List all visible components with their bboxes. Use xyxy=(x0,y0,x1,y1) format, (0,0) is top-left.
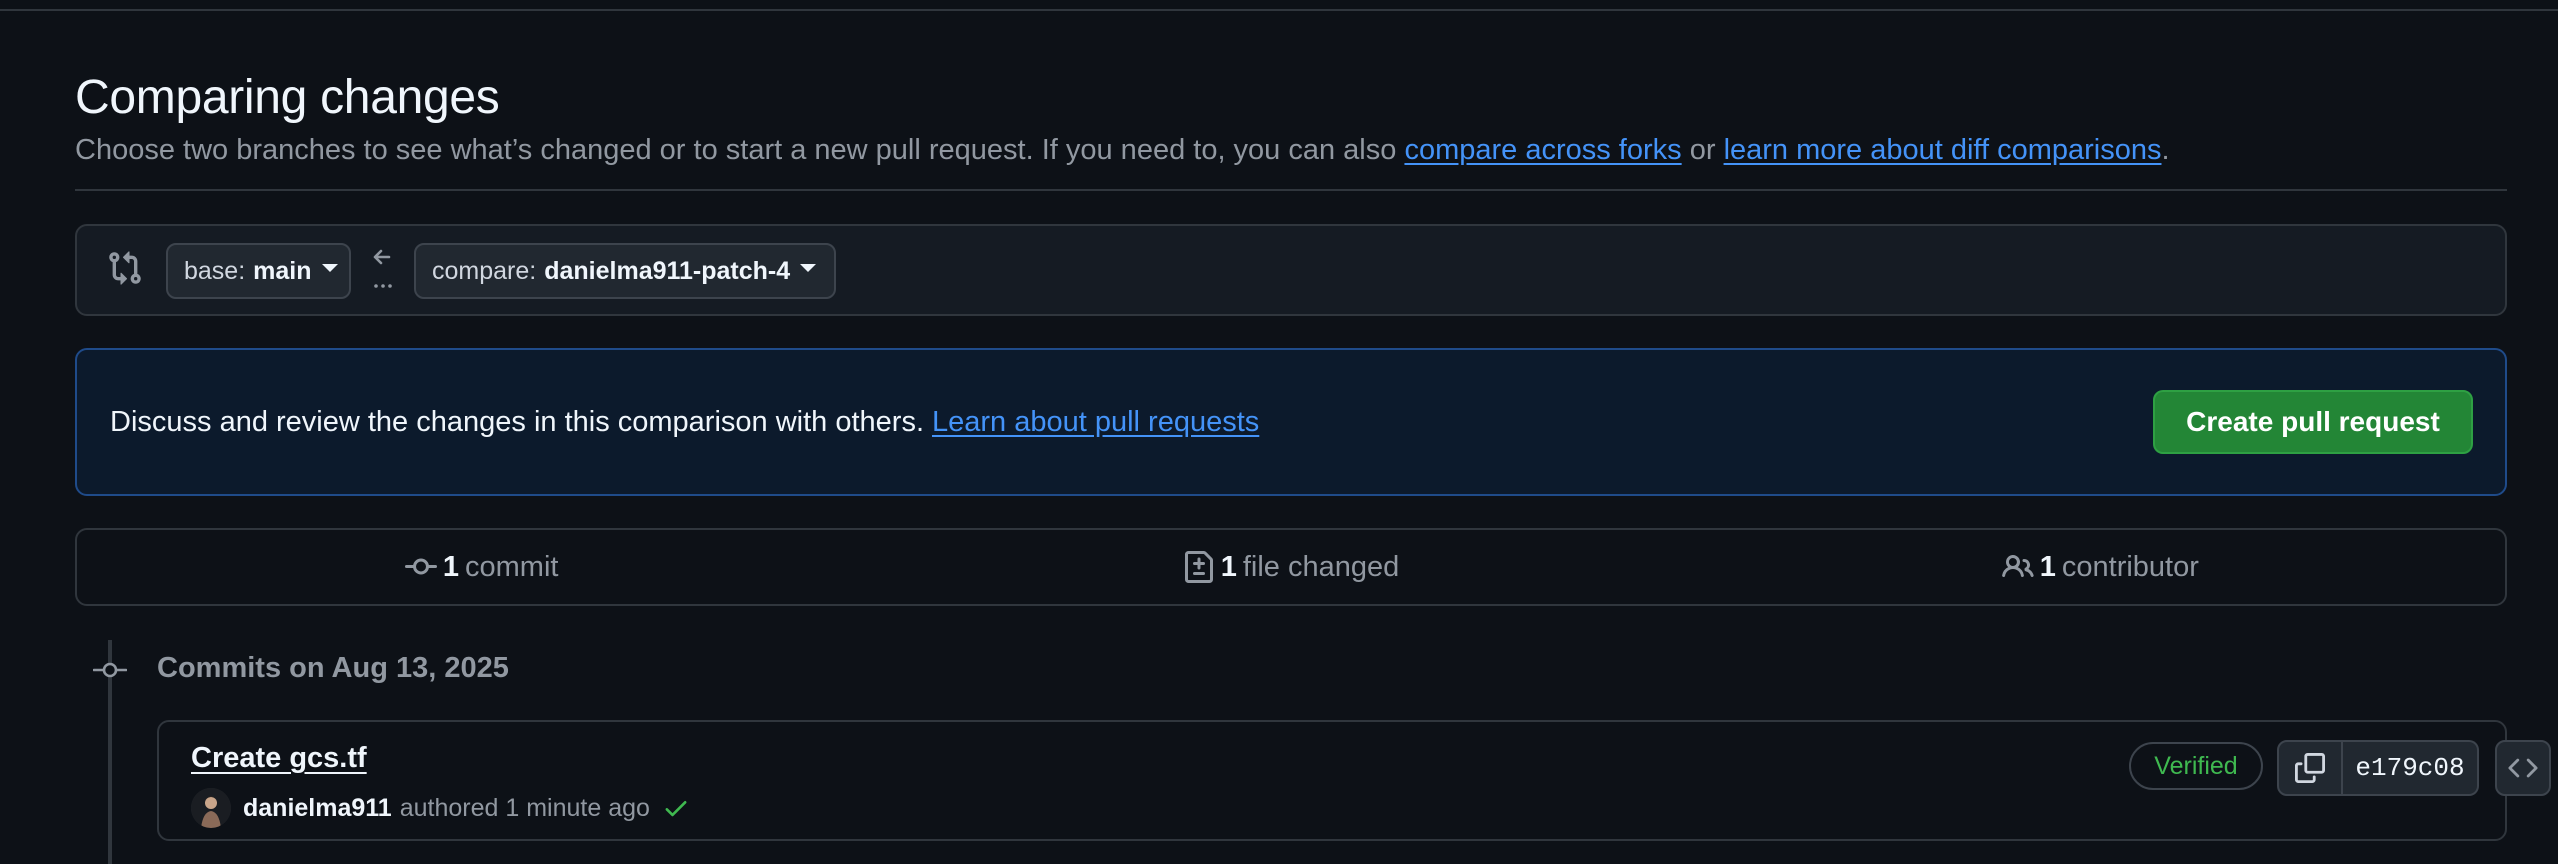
compare-forks-link[interactable]: compare across forks xyxy=(1404,134,1681,166)
caret-down-icon xyxy=(321,264,338,272)
subtitle-or: or xyxy=(1681,134,1724,166)
range-editor: base: main compare: danielma911-patch-4 xyxy=(75,224,2507,316)
user-avatar-image xyxy=(191,788,231,828)
commit-timestamp: authored 1 minute ago xyxy=(399,793,650,822)
git-commit-icon xyxy=(404,558,437,575)
commit-meta: danielma911 authored 1 minute ago xyxy=(191,788,690,828)
caret-down-icon xyxy=(800,264,817,272)
comparison-stats: 1 commit 1 file changed 1 contributor xyxy=(75,528,2507,606)
commit-author-link[interactable]: danielma911 xyxy=(243,794,392,823)
compare-branch-select[interactable]: compare: danielma911-patch-4 xyxy=(414,243,836,299)
stat-commits[interactable]: 1 commit xyxy=(77,530,886,604)
contributors-count: 1 xyxy=(2039,550,2056,583)
files-count: 1 xyxy=(1220,550,1237,583)
page-title: Comparing changes xyxy=(75,71,500,124)
header-divider xyxy=(75,189,2507,191)
commit-sha-group: e179c08 xyxy=(2277,740,2479,796)
avatar[interactable] xyxy=(191,788,231,828)
browse-repository-button[interactable] xyxy=(2495,740,2551,796)
contributors-label: contributor xyxy=(2061,550,2199,583)
pull-request-banner: Discuss and review the changes in this c… xyxy=(75,348,2507,496)
code-icon xyxy=(2508,758,2538,778)
top-divider xyxy=(0,0,2558,11)
file-diff-icon xyxy=(1184,551,1213,583)
people-icon xyxy=(2001,554,2034,578)
git-commit-icon xyxy=(93,662,127,678)
learn-pull-requests-link[interactable]: Learn about pull requests xyxy=(932,406,1259,438)
commit-sha-link[interactable]: e179c08 xyxy=(2343,740,2479,796)
subtitle-suffix: . xyxy=(2161,134,2170,166)
files-label: file changed xyxy=(1242,550,1400,583)
base-label: base: xyxy=(184,256,246,285)
check-icon[interactable] xyxy=(662,794,690,822)
git-compare-icon xyxy=(109,251,141,285)
subtitle-prefix: Choose two branches to see what’s change… xyxy=(75,134,1405,166)
base-branch-select[interactable]: base: main xyxy=(166,243,351,299)
verified-badge[interactable]: Verified xyxy=(2129,742,2263,790)
create-pull-request-button[interactable]: Create pull request xyxy=(2153,390,2473,454)
commit-title-link[interactable]: Create gcs.tf xyxy=(191,742,367,775)
commits-label: commit xyxy=(465,550,559,583)
compare-branch-name: danielma911-patch-4 xyxy=(544,256,791,285)
copy-sha-button[interactable] xyxy=(2277,740,2343,796)
stat-contributors[interactable]: 1 contributor xyxy=(1696,530,2505,604)
base-branch-name: main xyxy=(253,256,312,285)
banner-text: Discuss and review the changes in this c… xyxy=(110,406,924,438)
compare-label: compare: xyxy=(432,256,537,285)
banner-message: Discuss and review the changes in this c… xyxy=(110,406,1259,439)
commit-list-item: Create gcs.tf danielma911 authored 1 min… xyxy=(157,720,2551,841)
commits-count: 1 xyxy=(442,550,459,583)
stat-files[interactable]: 1 file changed xyxy=(886,530,1695,604)
learn-diff-link[interactable]: learn more about diff comparisons xyxy=(1724,134,2162,166)
copy-icon xyxy=(2295,753,2325,783)
commits-date-heading: Commits on Aug 13, 2025 xyxy=(157,652,509,684)
page-subtitle: Choose two branches to see what’s change… xyxy=(75,134,2170,167)
arrow-left-icon xyxy=(373,249,392,288)
